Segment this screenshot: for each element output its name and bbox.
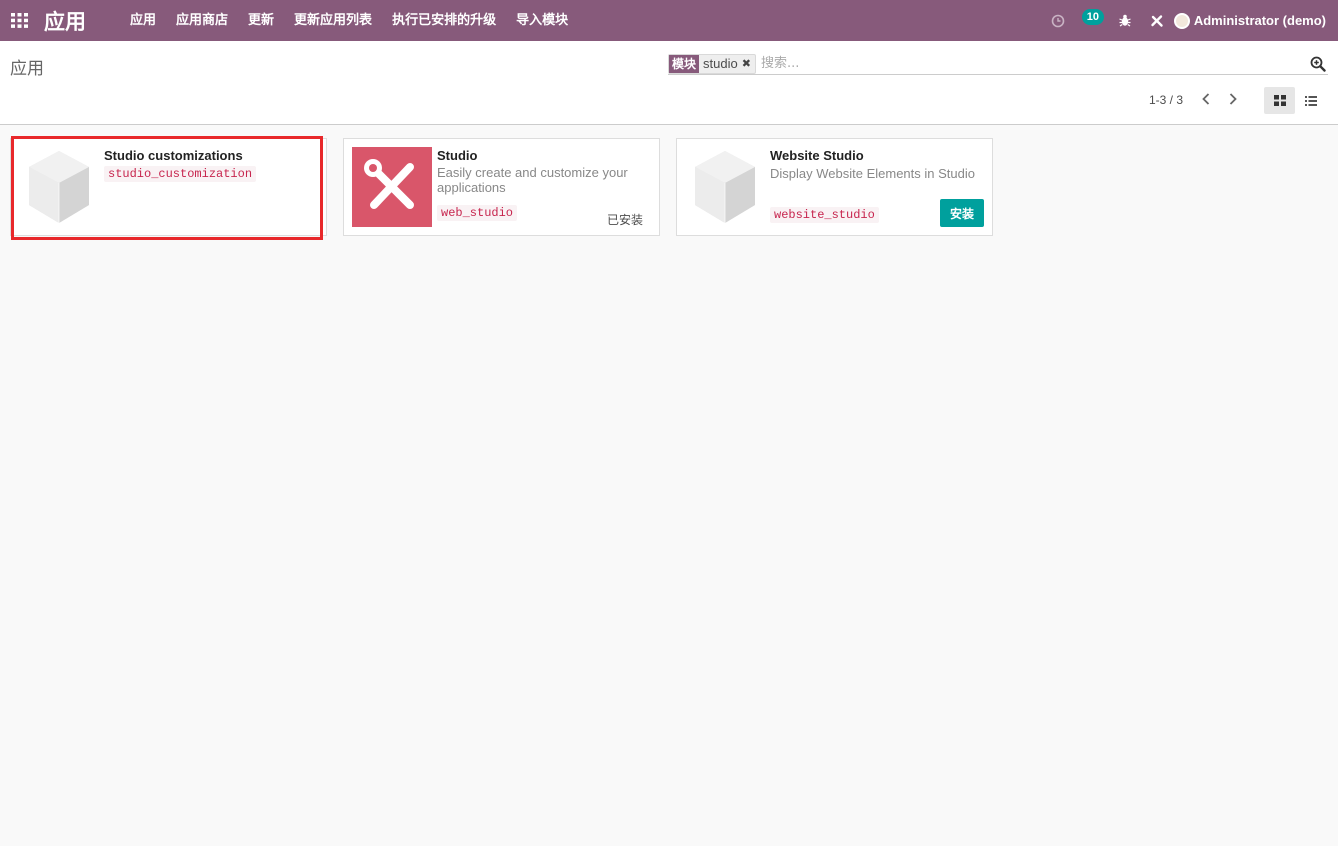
breadcrumb: 应用 [10, 59, 44, 79]
module-cube-icon [695, 151, 755, 223]
messaging-button[interactable]: 10 [1076, 0, 1110, 41]
grid-icon [10, 13, 28, 28]
facet-remove-icon[interactable]: ✖ [742, 55, 755, 73]
list-view-button[interactable] [1295, 87, 1326, 114]
module-card-website-studio[interactable]: Website Studio Display Website Elements … [676, 138, 993, 236]
clock-icon [1051, 14, 1065, 27]
search-view: 模块 studio ✖ [668, 53, 1328, 75]
notification-badge: 10 [1081, 8, 1104, 25]
module-technical-name: studio_customization [104, 166, 257, 182]
kanban-grid-icon [1273, 95, 1286, 106]
chevron-left-icon [1202, 93, 1210, 105]
studio-tools-icon [364, 159, 414, 209]
menu-item-app-store[interactable]: 应用商店 [166, 0, 238, 41]
avatar [1173, 12, 1190, 29]
app-switcher-button[interactable] [0, 0, 38, 41]
systray: 10 Administrator (demo) [1040, 0, 1338, 41]
pager-next-button[interactable] [1226, 91, 1240, 107]
search-input[interactable] [760, 53, 1328, 74]
studio-app-icon [352, 147, 432, 227]
kanban-view-button[interactable] [1264, 87, 1295, 114]
debug-button[interactable] [1110, 0, 1140, 41]
module-description: Display Website Elements in Studio [770, 166, 975, 181]
facet-category: 模块 [669, 54, 700, 73]
module-description: Easily create and customize your applica… [437, 165, 628, 195]
module-cube-icon [29, 151, 89, 223]
menu-item-import-module[interactable]: 导入模块 [506, 0, 578, 41]
search-icon[interactable] [1310, 56, 1326, 72]
menu-item-apps[interactable]: 应用 [120, 0, 166, 41]
main-menu: 应用 应用商店 更新 更新应用列表 执行已安排的升级 导入模块 [120, 0, 578, 41]
menu-item-apply-scheduled-upgrades[interactable]: 执行已安排的升级 [382, 0, 506, 41]
pager-value[interactable]: 1-3 / 3 [1149, 93, 1183, 107]
menu-item-update-apps-list[interactable]: 更新应用列表 [284, 0, 382, 41]
facet-value: studio [703, 56, 738, 71]
activity-button[interactable] [1040, 0, 1076, 41]
user-menu[interactable]: Administrator (demo) [1173, 12, 1326, 29]
list-icon [1304, 95, 1317, 106]
install-button[interactable]: 安装 [940, 199, 984, 227]
module-title: Studio customizations [104, 148, 243, 163]
module-title: Website Studio [770, 148, 864, 163]
control-panel: 应用 模块 studio ✖ 1-3 / 3 [0, 41, 1338, 125]
user-name: Administrator (demo) [1193, 13, 1326, 28]
menu-item-updates[interactable]: 更新 [238, 0, 284, 41]
pager-previous-button[interactable] [1199, 91, 1213, 107]
chevron-right-icon [1229, 93, 1237, 105]
module-card-web-studio[interactable]: Studio Easily create and customize your … [343, 138, 660, 236]
search-facet[interactable]: 模块 studio ✖ [668, 53, 756, 74]
studio-toggle-button[interactable] [1140, 0, 1174, 41]
bug-icon [1119, 14, 1131, 27]
module-technical-name: web_studio [437, 205, 518, 221]
top-navbar: 应用 应用 应用商店 更新 更新应用列表 执行已安排的升级 导入模块 10 Ad… [0, 0, 1338, 41]
installed-status-label: 已安装 [606, 213, 643, 227]
module-technical-name: website_studio [770, 207, 879, 223]
studio-tools-icon [1151, 14, 1163, 27]
module-title: Studio [437, 148, 478, 163]
module-card-studio-customization[interactable]: Studio customizations studio_customizati… [10, 138, 327, 236]
app-brand[interactable]: 应用 [44, 6, 86, 36]
